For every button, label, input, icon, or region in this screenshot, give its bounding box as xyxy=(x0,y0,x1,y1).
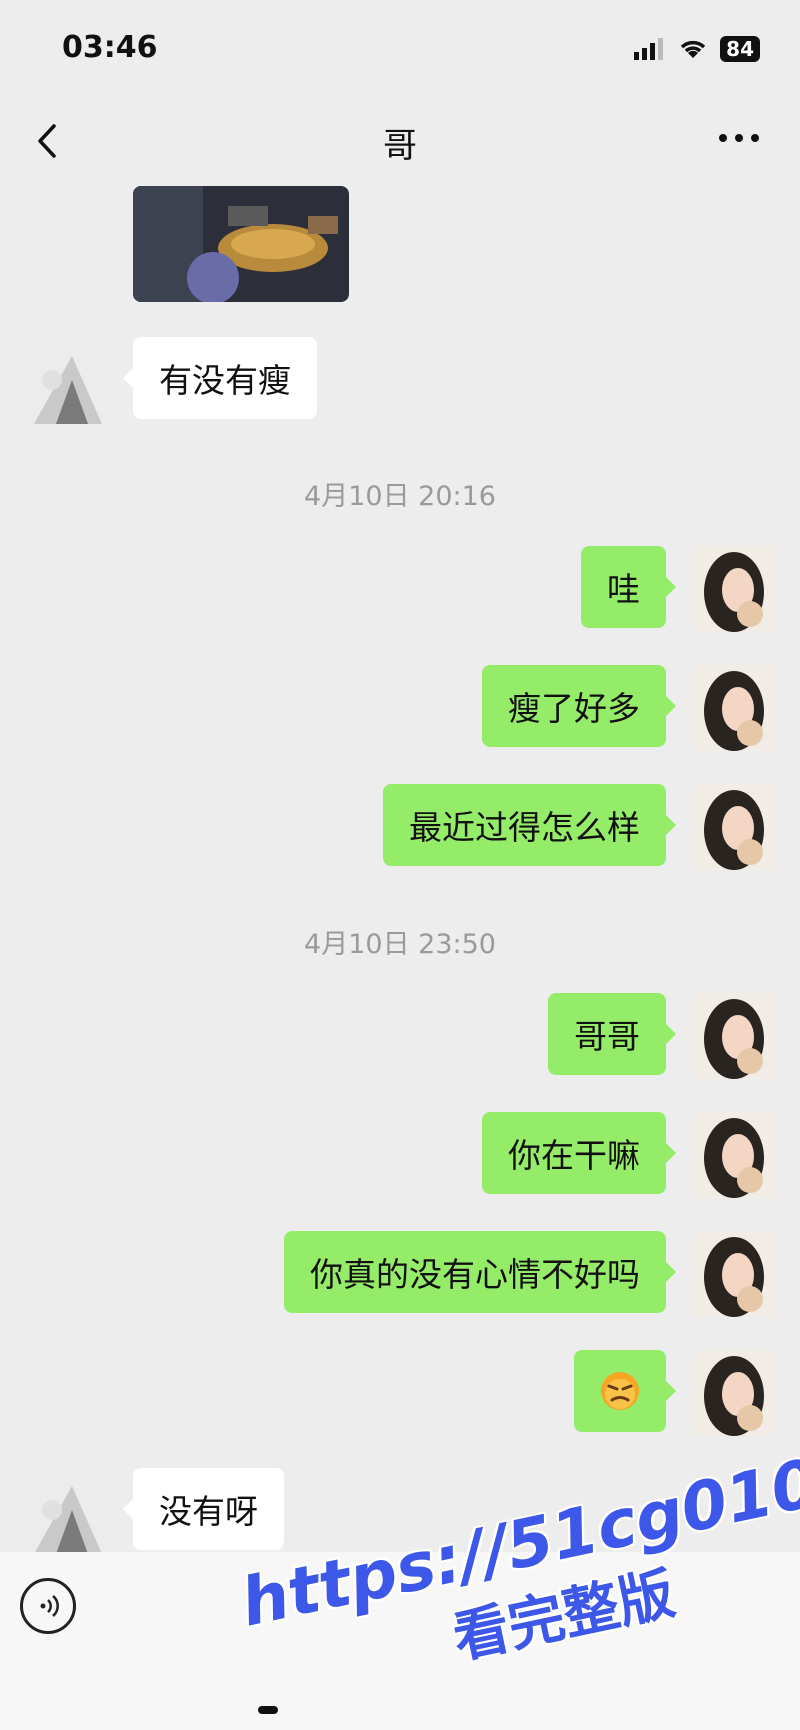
message-bubble-sent[interactable]: 你真的没有心情不好吗 xyxy=(284,1231,676,1313)
user-avatar[interactable] xyxy=(692,1231,778,1317)
message-bubble-sent[interactable]: 瘦了好多 xyxy=(482,665,676,747)
message-bubble-sent[interactable]: 哥哥 xyxy=(548,993,676,1075)
message-text: 哇 xyxy=(607,570,640,609)
user-avatar-image xyxy=(692,665,778,751)
user-avatar[interactable] xyxy=(692,784,778,870)
contact-avatar[interactable] xyxy=(22,1468,108,1554)
message-timestamp: 4月10日 23:50 xyxy=(304,929,496,960)
status-time: 03:46 xyxy=(62,30,158,65)
user-avatar-image xyxy=(692,546,778,632)
message-bubble-received[interactable]: 有没有瘦 xyxy=(123,337,317,419)
status-icons: 84 xyxy=(634,36,760,62)
message-timestamp: 4月10日 20:16 xyxy=(304,481,496,512)
message-bubble-sent[interactable] xyxy=(574,1350,676,1432)
user-avatar-image xyxy=(692,1112,778,1198)
contact-avatar-image xyxy=(22,1468,108,1554)
user-avatar[interactable] xyxy=(692,665,778,751)
image-message[interactable] xyxy=(133,186,349,302)
more-button[interactable] xyxy=(714,118,764,158)
message-text: 你真的没有心情不好吗 xyxy=(310,1255,640,1294)
user-avatar[interactable] xyxy=(692,1112,778,1198)
message-text: 哥哥 xyxy=(574,1017,640,1056)
user-avatar-image xyxy=(692,1231,778,1317)
message-bubble-sent[interactable]: 你在干嘛 xyxy=(482,1112,676,1194)
message-text: 最近过得怎么样 xyxy=(409,808,640,847)
message-bubble-received[interactable]: 没有呀 xyxy=(123,1468,284,1550)
battery-icon: 84 xyxy=(720,36,760,62)
input-bar xyxy=(0,1552,800,1730)
photo-thumbnail xyxy=(133,186,349,302)
contact-avatar[interactable] xyxy=(22,338,108,424)
status-bar: 03:46 84 xyxy=(0,0,800,100)
wifi-icon xyxy=(680,40,706,58)
home-indicator xyxy=(258,1706,278,1714)
message-bubble-sent[interactable]: 最近过得怎么样 xyxy=(383,784,676,866)
user-avatar[interactable] xyxy=(692,546,778,632)
user-avatar-image xyxy=(692,1350,778,1436)
user-avatar-image xyxy=(692,784,778,870)
cellular-signal-icon xyxy=(634,38,664,60)
nav-bar: 哥 xyxy=(0,100,800,182)
user-avatar[interactable] xyxy=(692,993,778,1079)
user-avatar-image xyxy=(692,993,778,1079)
message-text: 没有呀 xyxy=(159,1492,258,1531)
more-dots-icon xyxy=(719,134,759,142)
message-text: 瘦了好多 xyxy=(508,689,640,728)
chat-title: 哥 xyxy=(383,126,417,166)
contact-avatar-image xyxy=(22,338,108,424)
message-text: 有没有瘦 xyxy=(159,361,291,400)
voice-input-button[interactable] xyxy=(20,1578,76,1634)
voice-input-icon xyxy=(40,1595,59,1617)
message-text: 你在干嘛 xyxy=(508,1136,640,1175)
angry-face-emoji xyxy=(601,1372,639,1410)
user-avatar[interactable] xyxy=(692,1350,778,1436)
message-bubble-sent[interactable]: 哇 xyxy=(581,546,676,628)
